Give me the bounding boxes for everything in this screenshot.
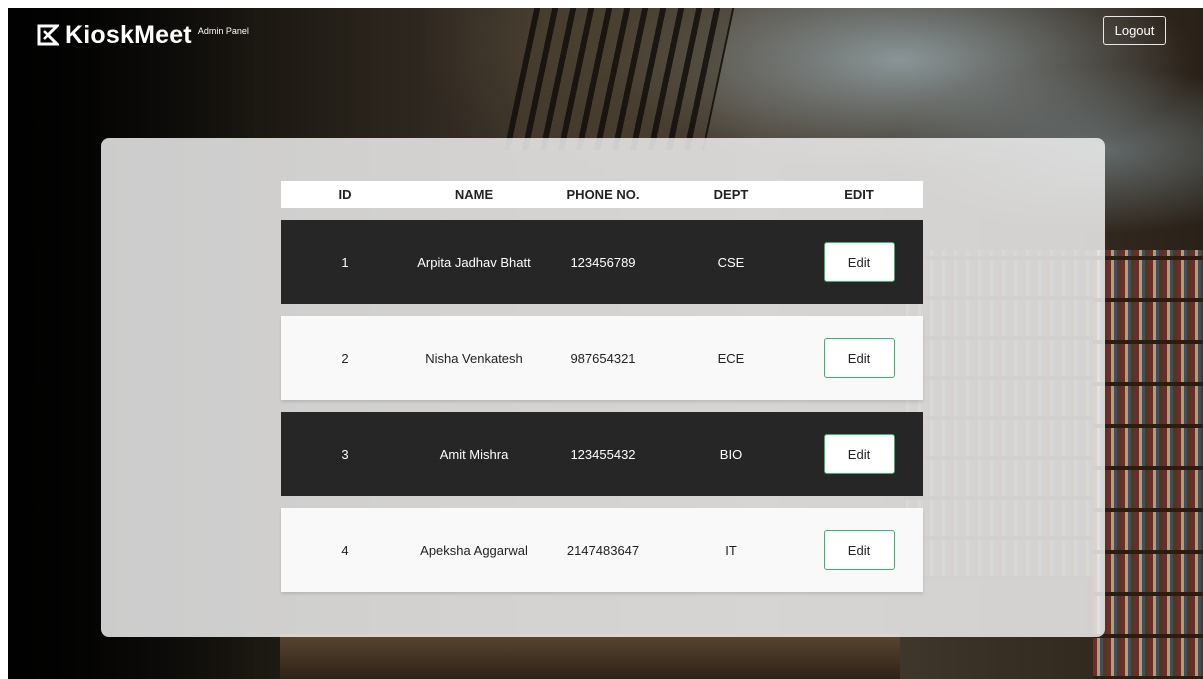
brand-name: KioskMeet (65, 21, 192, 49)
cell-id: 2 (341, 350, 349, 366)
cell-dept: BIO (719, 446, 743, 462)
edit-button[interactable]: Edit (823, 242, 895, 282)
brand: KioskMeet Admin Panel (37, 22, 249, 48)
column-header-name: NAME (454, 187, 494, 202)
column-header-phone: PHONE NO. (566, 187, 640, 202)
cell-dept: IT (725, 542, 737, 558)
cell-phone: 123456789 (570, 254, 636, 270)
cell-id: 1 (341, 254, 349, 270)
table-header: ID NAME PHONE NO. DEPT EDIT (281, 181, 923, 208)
cell-name: Arpita Jadhav Bhatt (417, 254, 531, 270)
table-row: 2 Nisha Venkatesh 987654321 ECE Edit (281, 316, 923, 400)
background-ceiling (504, 0, 736, 150)
cell-dept: CSE (717, 254, 745, 270)
admin-page: KioskMeet Admin Panel Logout ID NAME PHO… (0, 0, 1203, 679)
left-border (0, 0, 8, 679)
cell-phone: 2147483647 (566, 542, 640, 558)
cell-id: 4 (341, 542, 349, 558)
cell-name: Apeksha Aggarwal (420, 542, 528, 558)
background-bookshelves (1093, 250, 1203, 679)
column-header-edit: EDIT (844, 187, 874, 202)
users-table: ID NAME PHONE NO. DEPT EDIT 1 Arpita Jad… (281, 181, 923, 592)
edit-button[interactable]: Edit (823, 530, 895, 570)
top-border (0, 0, 1203, 8)
logout-button[interactable]: Logout (1103, 16, 1166, 45)
brand-subtitle: Admin Panel (197, 26, 249, 36)
table-row: 1 Arpita Jadhav Bhatt 123456789 CSE Edit (281, 220, 923, 304)
column-header-id: ID (338, 187, 352, 202)
background-floor (280, 634, 900, 679)
kioskmeet-logo-icon (37, 24, 59, 46)
content-panel: ID NAME PHONE NO. DEPT EDIT 1 Arpita Jad… (101, 138, 1105, 637)
edit-button[interactable]: Edit (823, 434, 895, 474)
cell-name: Amit Mishra (439, 446, 509, 462)
cell-phone: 987654321 (570, 350, 636, 366)
column-header-dept: DEPT (713, 187, 749, 202)
cell-name: Nisha Venkatesh (425, 350, 523, 366)
edit-button[interactable]: Edit (823, 338, 895, 378)
table-row: 3 Amit Mishra 123455432 BIO Edit (281, 412, 923, 496)
table-row: 4 Apeksha Aggarwal 2147483647 IT Edit (281, 508, 923, 592)
cell-dept: ECE (717, 350, 745, 366)
cell-id: 3 (341, 446, 349, 462)
cell-phone: 123455432 (570, 446, 636, 462)
